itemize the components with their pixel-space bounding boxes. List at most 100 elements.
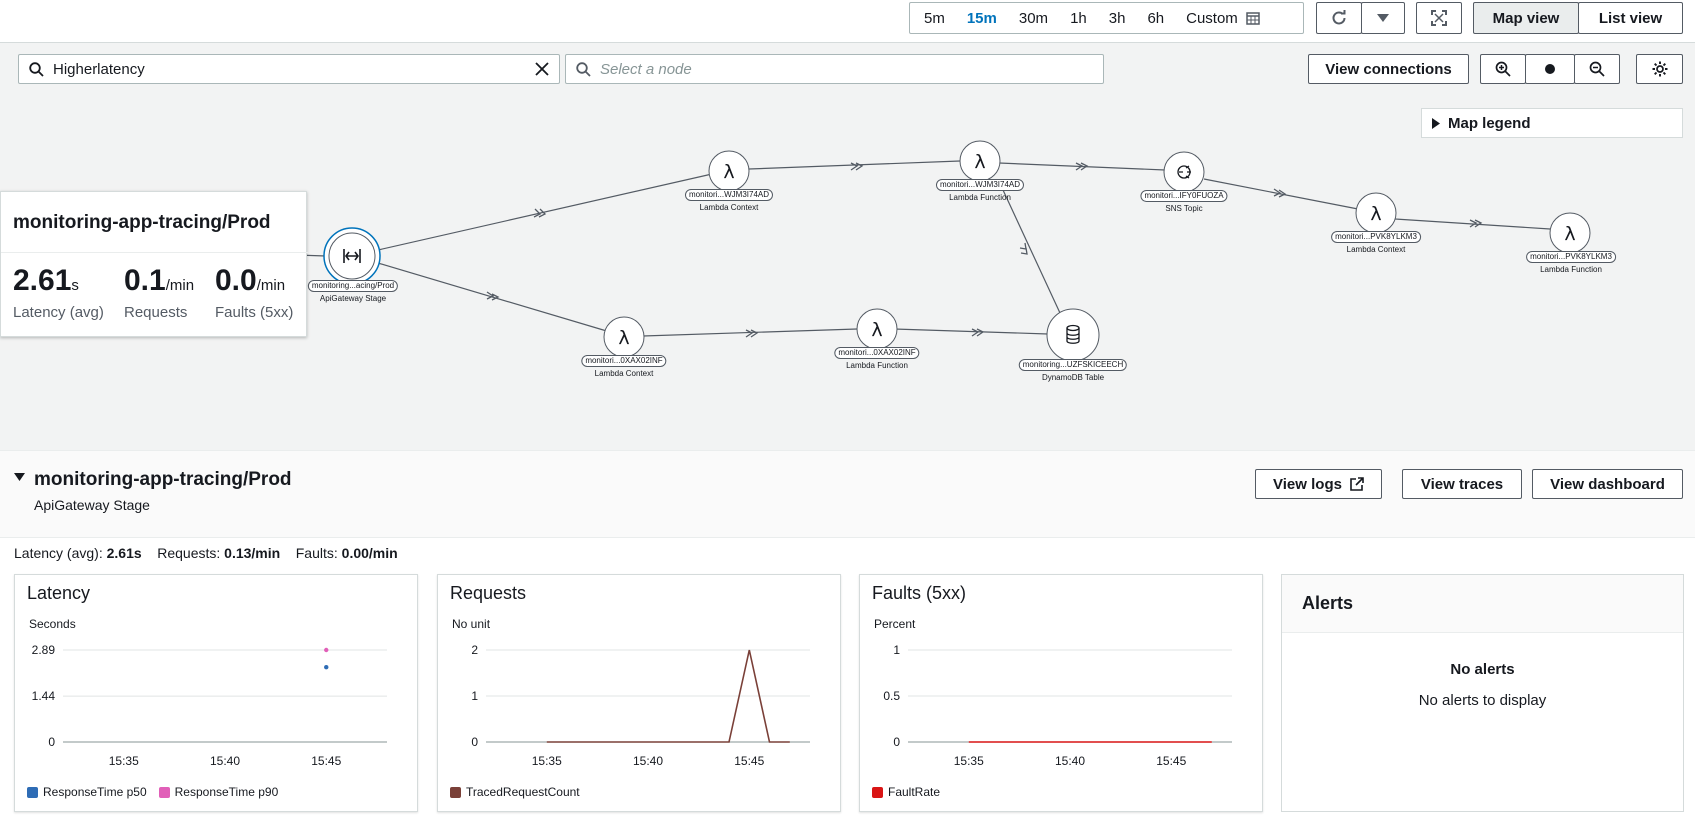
y-tick-label: 0 — [893, 735, 900, 749]
latency-label: Latency (avg) — [13, 304, 104, 321]
details-title: monitoring-app-tracing/Prod — [34, 469, 292, 490]
summary-requests-value: 0.13/min — [224, 545, 281, 561]
edge — [893, 328, 1049, 335]
edge — [377, 173, 713, 251]
lambda-icon: λ — [974, 151, 985, 173]
faults-unit: /min — [256, 277, 286, 294]
requests-chart[interactable]: 2 1 0 15:35 15:40 15:45 — [438, 575, 842, 785]
y-tick-label: 0.5 — [883, 689, 900, 703]
requests-unit: /min — [165, 277, 195, 294]
edge-arrow — [971, 328, 985, 337]
node-label: monitori...PVK8YLKM3 Lambda Function — [1526, 251, 1616, 275]
node-label: monitori...0XAX02INF Lambda Context — [581, 355, 667, 379]
chart-legend: ResponseTime p50 ResponseTime p90 — [27, 785, 278, 799]
x-tick-label: 15:35 — [532, 754, 562, 768]
data-point — [324, 664, 329, 670]
y-tick-label: 0 — [471, 735, 478, 749]
map-legend-label: Map legend — [1448, 114, 1531, 132]
latency-chart[interactable]: 2.89 1.44 0 15:35 15:40 15:45 — [15, 575, 419, 785]
faults-label: Faults (5xx) — [215, 304, 294, 321]
y-tick-label: 1.44 — [32, 689, 56, 703]
node-label: monitori...WJM3I74AD Lambda Function — [935, 179, 1025, 203]
y-tick-label: 2.89 — [32, 643, 56, 657]
x-tick-label: 15:45 — [1156, 754, 1186, 768]
external-link-icon — [1350, 477, 1364, 491]
alerts-empty-text: No alerts to display — [1418, 692, 1547, 709]
details-subtitle: ApiGateway Stage — [34, 497, 150, 513]
chart-legend: FaultRate — [872, 785, 940, 799]
view-dashboard-button[interactable]: View dashboard — [1532, 469, 1683, 499]
node-summary-card: monitoring-app-tracing/Prod 2.61s Latenc… — [0, 191, 308, 337]
legend-label: TracedRequestCount — [466, 785, 580, 799]
edge-arrow — [533, 208, 547, 218]
faults-value: 0.0 — [215, 264, 257, 297]
alerts-header: Alerts — [1282, 575, 1683, 633]
collapse-caret-icon[interactable] — [14, 473, 25, 481]
edge — [1394, 218, 1551, 230]
node-label: monitori...IFY0FUOZA SNS Topic — [1140, 190, 1228, 214]
faults-metric: 0.0/min Faults (5xx) — [215, 264, 293, 321]
y-tick-label: 1 — [471, 689, 478, 703]
requests-value: 0.1 — [124, 264, 166, 297]
summary-requests-label: Requests: — [157, 545, 221, 561]
latency-metric: 2.61s Latency (avg) — [13, 264, 104, 321]
node-label: monitori...0XAX02INF Lambda Function — [834, 347, 920, 371]
edge-arrow — [850, 162, 864, 171]
requests-label: Requests — [124, 304, 188, 321]
lambda-icon: λ — [1564, 223, 1575, 245]
x-tick-label: 15:45 — [311, 754, 341, 768]
alerts-title: Alerts — [1302, 593, 1354, 613]
edge — [1002, 189, 1061, 314]
lambda-icon: λ — [1370, 203, 1381, 225]
data-point — [324, 647, 329, 653]
node-label: monitori...WJM3I74AD Lambda Context — [684, 189, 774, 213]
faults-chart-panel: Faults (5xx) Percent 1 0.5 0 15:35 15:40 15:4… — [859, 574, 1263, 812]
x-tick-label: 15:35 — [109, 754, 139, 768]
map-legend-toggle[interactable]: Map legend — [1421, 108, 1683, 138]
view-logs-label: View logs — [1273, 475, 1342, 493]
node-circle[interactable] — [1163, 151, 1205, 193]
lambda-icon: λ — [618, 327, 629, 349]
requests-metric: 0.1/min Requests — [124, 264, 194, 321]
lambda-icon: λ — [723, 161, 734, 183]
node-label: monitoring...UZFSKICEECH DynamoDB Table — [1018, 359, 1128, 383]
summary-latency-value: 2.61s — [106, 545, 142, 561]
node-summary-title: monitoring-app-tracing/Prod — [13, 212, 271, 233]
x-tick-label: 15:40 — [210, 754, 240, 768]
view-traces-button[interactable]: View traces — [1402, 469, 1522, 499]
faults-chart[interactable]: 1 0.5 0 15:35 15:40 15:45 — [860, 575, 1264, 785]
edge-arrow — [745, 329, 759, 338]
chart-legend: TracedRequestCount — [450, 785, 580, 799]
node-label: monitori...PVK8YLKM3 Lambda Context — [1331, 231, 1421, 255]
legend-label: FaultRate — [888, 785, 941, 799]
caret-right-icon — [1432, 117, 1440, 129]
x-tick-label: 15:35 — [954, 754, 984, 768]
alerts-panel: Alerts No alerts No alerts to display — [1281, 574, 1684, 812]
divider — [1, 252, 308, 253]
view-logs-button[interactable]: View logs — [1255, 469, 1382, 499]
requests-chart-panel: Requests No unit 2 1 0 15:35 15:40 15:45 Trac… — [437, 574, 841, 812]
latency-chart-panel: Latency Seconds 2.89 1.44 0 15:35 15:40 15:45… — [14, 574, 418, 812]
legend-swatch — [450, 786, 461, 798]
x-tick-label: 15:45 — [734, 754, 764, 768]
y-tick-label: 2 — [471, 643, 478, 657]
node-label: monitoring...acing/Prod ApiGateway Stage — [307, 280, 399, 304]
legend-label: ResponseTime p90 — [174, 785, 279, 799]
summary-faults-label: Faults: — [295, 545, 338, 561]
y-tick-label: 0 — [48, 735, 55, 749]
node-details-header: monitoring-app-tracing/Prod ApiGateway S… — [0, 450, 1695, 538]
latency-unit: s — [71, 277, 79, 294]
y-tick-label: 1 — [893, 643, 900, 657]
x-tick-label: 15:40 — [1055, 754, 1085, 768]
x-tick-label: 15:40 — [633, 754, 663, 768]
edge-arrow — [1019, 242, 1028, 255]
legend-label: ResponseTime p50 — [43, 785, 147, 799]
summary-latency-label: Latency (avg): — [14, 545, 103, 561]
metrics-summary: Latency (avg): 2.61s Requests: 0.13/min … — [14, 545, 398, 561]
latency-value: 2.61 — [13, 264, 72, 297]
edge — [377, 262, 611, 333]
alerts-empty-title: No alerts — [1450, 661, 1515, 678]
legend-swatch — [27, 786, 38, 798]
summary-faults-value: 0.00/min — [341, 545, 398, 561]
legend-swatch — [872, 786, 883, 798]
